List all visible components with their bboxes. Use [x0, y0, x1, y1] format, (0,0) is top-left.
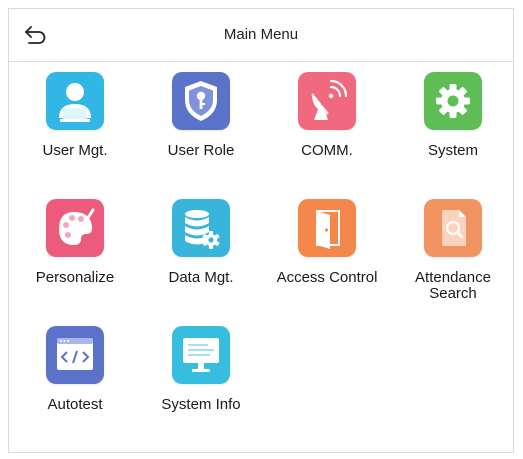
document-search-icon — [424, 199, 482, 257]
shield-key-icon — [172, 72, 230, 130]
menu-item-label: Personalize — [35, 269, 115, 286]
menu-item-comm[interactable]: COMM. — [266, 72, 388, 159]
main-menu-screen: Main Menu User Mgt. User Role COMM. Syst… — [8, 8, 514, 453]
menu-item-attendance-search[interactable]: Attendance Search — [392, 199, 514, 302]
gear-icon — [424, 72, 482, 130]
menu-item-personalize[interactable]: Personalize — [14, 199, 136, 286]
menu-item-system-info[interactable]: System Info — [140, 326, 262, 413]
menu-item-data-mgt[interactable]: Data Mgt. — [140, 199, 262, 286]
menu-item-user-mgt[interactable]: User Mgt. — [14, 72, 136, 159]
menu-item-label: User Role — [167, 142, 235, 159]
door-icon — [298, 199, 356, 257]
satellite-dish-icon — [298, 72, 356, 130]
menu-item-label: System — [427, 142, 478, 159]
header-bar: Main Menu — [9, 9, 513, 62]
page-title: Main Menu — [223, 26, 299, 43]
menu-item-label: Access Control — [276, 269, 378, 286]
menu-item-system[interactable]: System — [392, 72, 514, 159]
user-icon — [46, 72, 104, 130]
menu-item-label: Attendance Search — [415, 269, 491, 302]
menu-item-label: System Info — [161, 396, 241, 413]
monitor-icon — [172, 326, 230, 384]
menu-item-label: COMM. — [301, 142, 353, 159]
menu-item-label: Data Mgt. — [168, 269, 234, 286]
database-gear-icon — [172, 199, 230, 257]
menu-item-label: Autotest — [47, 396, 103, 413]
menu-item-autotest[interactable]: Autotest — [14, 326, 136, 413]
palette-icon — [46, 199, 104, 257]
code-window-icon — [46, 326, 104, 384]
menu-item-user-role[interactable]: User Role — [140, 72, 262, 159]
menu-item-label: User Mgt. — [42, 142, 108, 159]
menu-item-access-control[interactable]: Access Control — [266, 199, 388, 286]
